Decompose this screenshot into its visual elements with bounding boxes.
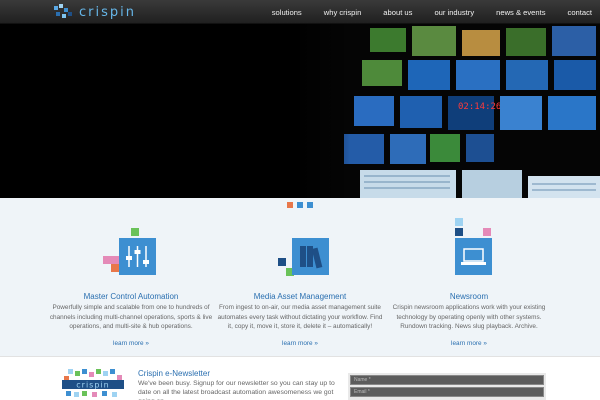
features-section: Master Control Automation Powerfully sim… [0,198,600,356]
feature-icon-group [91,216,171,280]
nav-item-solutions[interactable]: solutions [272,8,302,17]
feature-title[interactable]: Media Asset Management [215,292,385,301]
nav-item-why-crispin[interactable]: why crispin [324,8,362,17]
svg-text:crispin: crispin [76,381,109,390]
hero-fade-overlay [290,24,350,198]
feature-newsroom: Newsroom Crispin newsroom applications w… [384,216,554,350]
newsletter-form: Name * Email * [348,373,546,400]
slider-dot[interactable] [287,202,293,208]
main-nav: solutions why crispin about us our indus… [250,0,592,24]
crispin-pixel-logo: crispin [62,369,124,397]
logo-mark-icon [52,4,74,20]
learn-more-link[interactable]: learn more » [113,340,149,347]
slider-dot[interactable] [297,202,303,208]
feature-title[interactable]: Master Control Automation [46,292,216,301]
hero-slider[interactable]: 02:14:26 [0,24,600,198]
newsletter-title: Crispin e-Newsletter [138,369,211,378]
nav-item-about-us[interactable]: about us [383,8,412,17]
crispin-logo[interactable]: crispin [52,3,136,21]
feature-media-asset: Media Asset Management From ingest to on… [215,216,385,350]
laptop-icon [455,238,492,275]
books-icon [292,238,329,275]
nav-item-contact[interactable]: contact [568,8,592,17]
feature-description: Crispin newsroom applications work with … [392,304,546,330]
nav-item-our-industry[interactable]: our industry [434,8,474,17]
feature-icon-group [260,216,340,280]
feature-description: Powerfully simple and scalable from one … [49,304,213,330]
feature-description: From ingest to on-air, our media asset m… [217,304,383,330]
slider-dots [287,202,317,208]
newsletter-name-input[interactable]: Name * [350,375,544,385]
svg-text:02:14:26: 02:14:26 [458,102,501,112]
learn-more-link[interactable]: learn more » [282,340,318,347]
newsletter-email-input[interactable]: Email * [350,387,544,397]
logo-text: crispin [79,4,136,20]
feature-icon-group [429,216,509,280]
slider-dot[interactable] [307,202,313,208]
feature-title[interactable]: Newsroom [384,292,554,301]
feature-master-control: Master Control Automation Powerfully sim… [46,216,216,350]
sliders-icon [119,238,156,275]
top-navigation-bar: crispin solutions why crispin about us o… [0,0,600,24]
learn-more-link[interactable]: learn more » [451,340,487,347]
newsletter-description: We've been busy. Signup for our newslett… [138,380,335,400]
nav-item-news-events[interactable]: news & events [496,8,545,17]
newsletter-section: crispin Crispin e-Newsletter We've been … [0,356,600,400]
